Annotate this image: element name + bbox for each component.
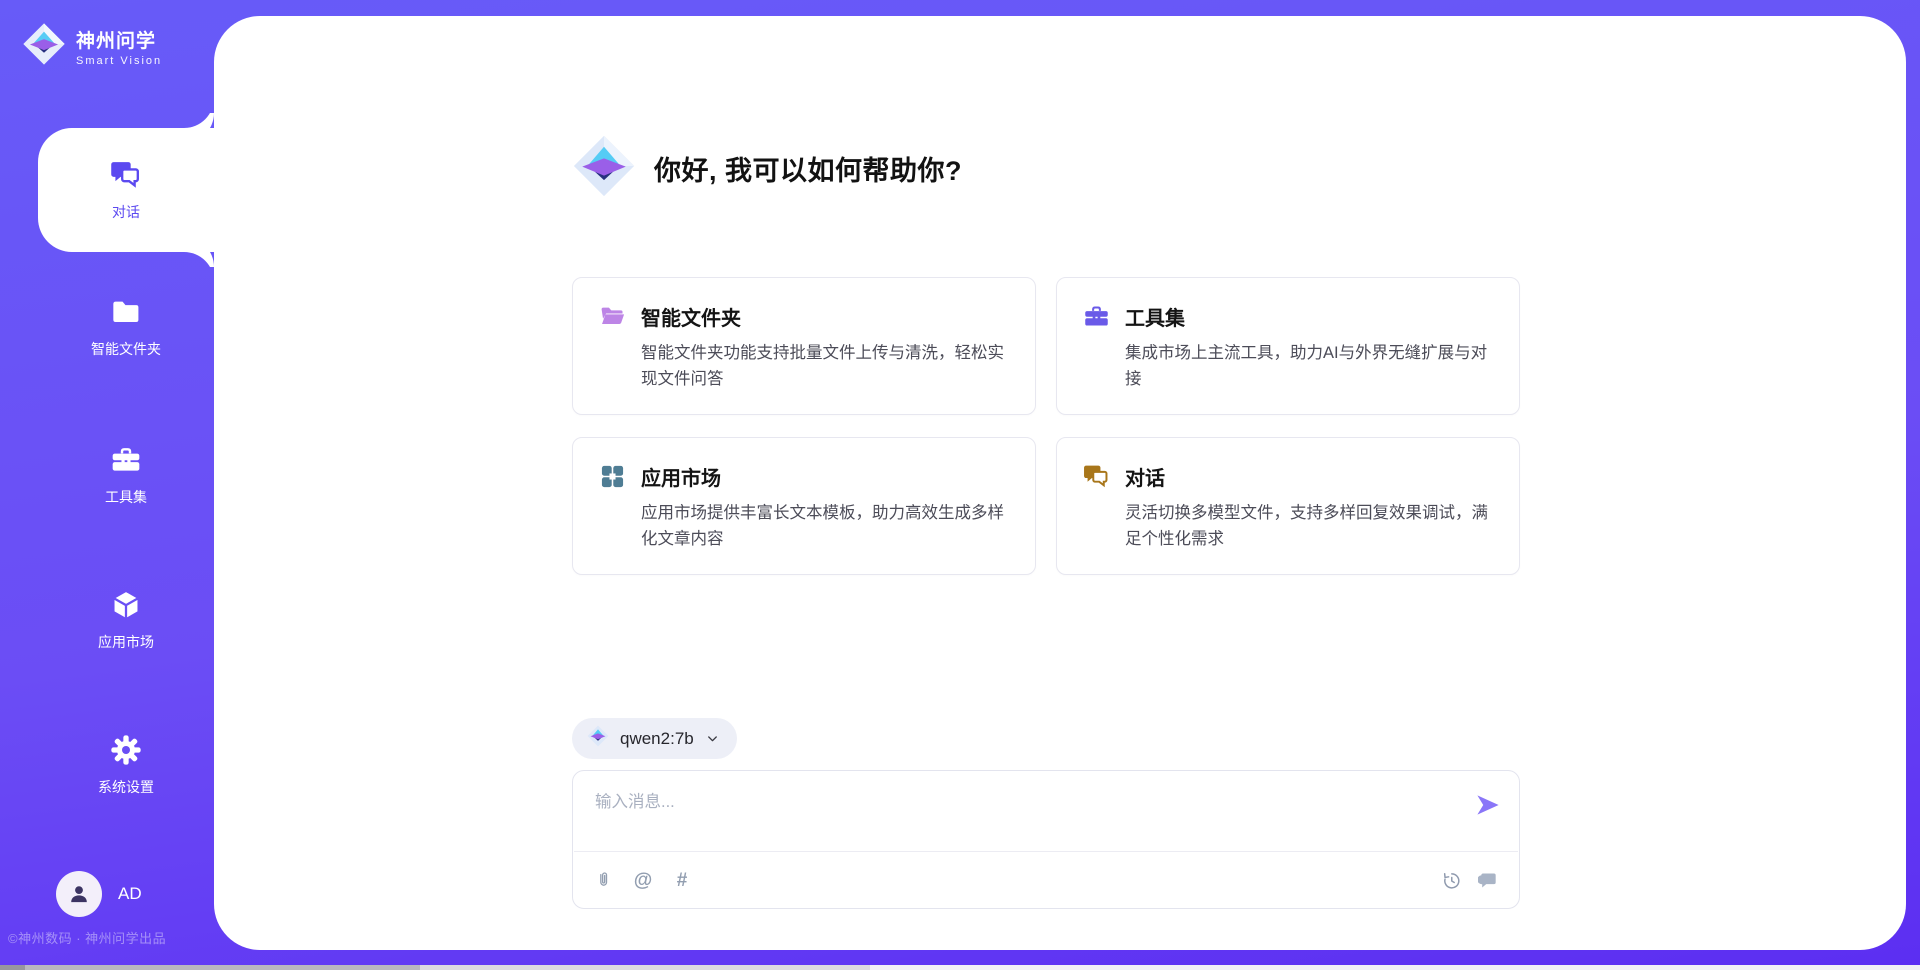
chevron-down-icon: [705, 731, 720, 746]
horizontal-scrollbar[interactable]: [0, 965, 1920, 970]
model-name: qwen2:7b: [620, 729, 694, 749]
sidebar: 神州问学 Smart Vision 对话 智能文件夹 工具集: [0, 0, 214, 970]
folder-open-icon: [599, 303, 626, 330]
card-title: 对话: [1125, 462, 1165, 491]
app-logo: 神州问学 Smart Vision: [22, 22, 162, 71]
card-title: 工具集: [1125, 302, 1185, 331]
card-description: 集成市场上主流工具，助力AI与外界无缝扩展与对接: [1125, 341, 1493, 392]
main-panel: 你好, 我可以如何帮助你? 智能文件夹 智能文件夹功能支持批量文件上传与清洗，轻…: [214, 16, 1906, 950]
toolbox-icon: [110, 444, 142, 476]
gem-logo-icon: [587, 725, 609, 752]
chat-bubble-icon[interactable]: [1477, 869, 1499, 891]
sidebar-footer-text: ©神州数码 · 神州问学出品: [8, 928, 166, 947]
sidebar-item-chat[interactable]: 对话: [38, 128, 214, 252]
feature-cards: 智能文件夹 智能文件夹功能支持批量文件上传与清洗，轻松实现文件问答: [572, 277, 1520, 575]
sidebar-item-label: 工具集: [105, 487, 147, 507]
mention-icon[interactable]: @: [632, 869, 654, 891]
sidebar-item-toolbox[interactable]: 工具集: [38, 413, 214, 537]
brand-subtitle: Smart Vision: [76, 55, 162, 67]
sidebar-item-label: 对话: [112, 202, 140, 222]
send-icon[interactable]: [1475, 792, 1501, 818]
person-icon: [66, 881, 92, 907]
message-input[interactable]: [595, 786, 1475, 838]
card-description: 应用市场提供丰富长文本模板，助力高效生成多样化文章内容: [641, 501, 1009, 552]
sidebar-item-settings[interactable]: 系统设置: [38, 703, 214, 827]
attachment-icon[interactable]: [593, 869, 615, 891]
scrollbar-track: [870, 965, 1920, 970]
user-name: AD: [118, 884, 142, 904]
scrollbar-button[interactable]: [0, 965, 25, 970]
card-chat[interactable]: 对话 灵活切换多模型文件，支持多样回复效果调试，满足个性化需求: [1056, 437, 1520, 575]
card-title: 应用市场: [641, 462, 721, 491]
card-title: 智能文件夹: [641, 302, 741, 331]
model-selector[interactable]: qwen2:7b: [572, 718, 737, 759]
avatar: [56, 871, 102, 917]
brand-name: 神州问学: [76, 26, 162, 53]
gem-logo-icon: [572, 134, 636, 203]
chat-icon: [1083, 463, 1110, 490]
hashtag-icon[interactable]: #: [671, 869, 693, 891]
card-smart-folder[interactable]: 智能文件夹 智能文件夹功能支持批量文件上传与清洗，轻松实现文件问答: [572, 277, 1036, 415]
cube-icon: [110, 589, 142, 621]
user-profile[interactable]: AD: [56, 871, 142, 917]
scrollbar-track: [420, 965, 870, 970]
card-toolbox[interactable]: 工具集 集成市场上主流工具，助力AI与外界无缝扩展与对接: [1056, 277, 1520, 415]
gem-logo-icon: [22, 22, 66, 71]
greeting-title: 你好, 我可以如何帮助你?: [654, 149, 962, 188]
sidebar-item-app-market[interactable]: 应用市场: [38, 558, 214, 682]
chat-icon: [110, 159, 142, 191]
sidebar-item-label: 智能文件夹: [91, 339, 161, 359]
sidebar-item-smart-folder[interactable]: 智能文件夹: [38, 265, 214, 389]
sidebar-item-label: 系统设置: [98, 777, 154, 797]
gear-icon: [110, 734, 142, 766]
folder-icon: [110, 296, 142, 328]
toolbox-icon: [1083, 303, 1110, 330]
grid-icon: [599, 463, 626, 490]
sidebar-item-label: 应用市场: [98, 632, 154, 652]
card-description: 灵活切换多模型文件，支持多样回复效果调试，满足个性化需求: [1125, 501, 1493, 552]
card-app-market[interactable]: 应用市场 应用市场提供丰富长文本模板，助力高效生成多样化文章内容: [572, 437, 1036, 575]
scrollbar-thumb[interactable]: [25, 965, 420, 970]
history-icon[interactable]: [1440, 869, 1462, 891]
message-composer: @ #: [572, 770, 1520, 909]
greeting: 你好, 我可以如何帮助你?: [572, 134, 962, 203]
card-description: 智能文件夹功能支持批量文件上传与清洗，轻松实现文件问答: [641, 341, 1009, 392]
